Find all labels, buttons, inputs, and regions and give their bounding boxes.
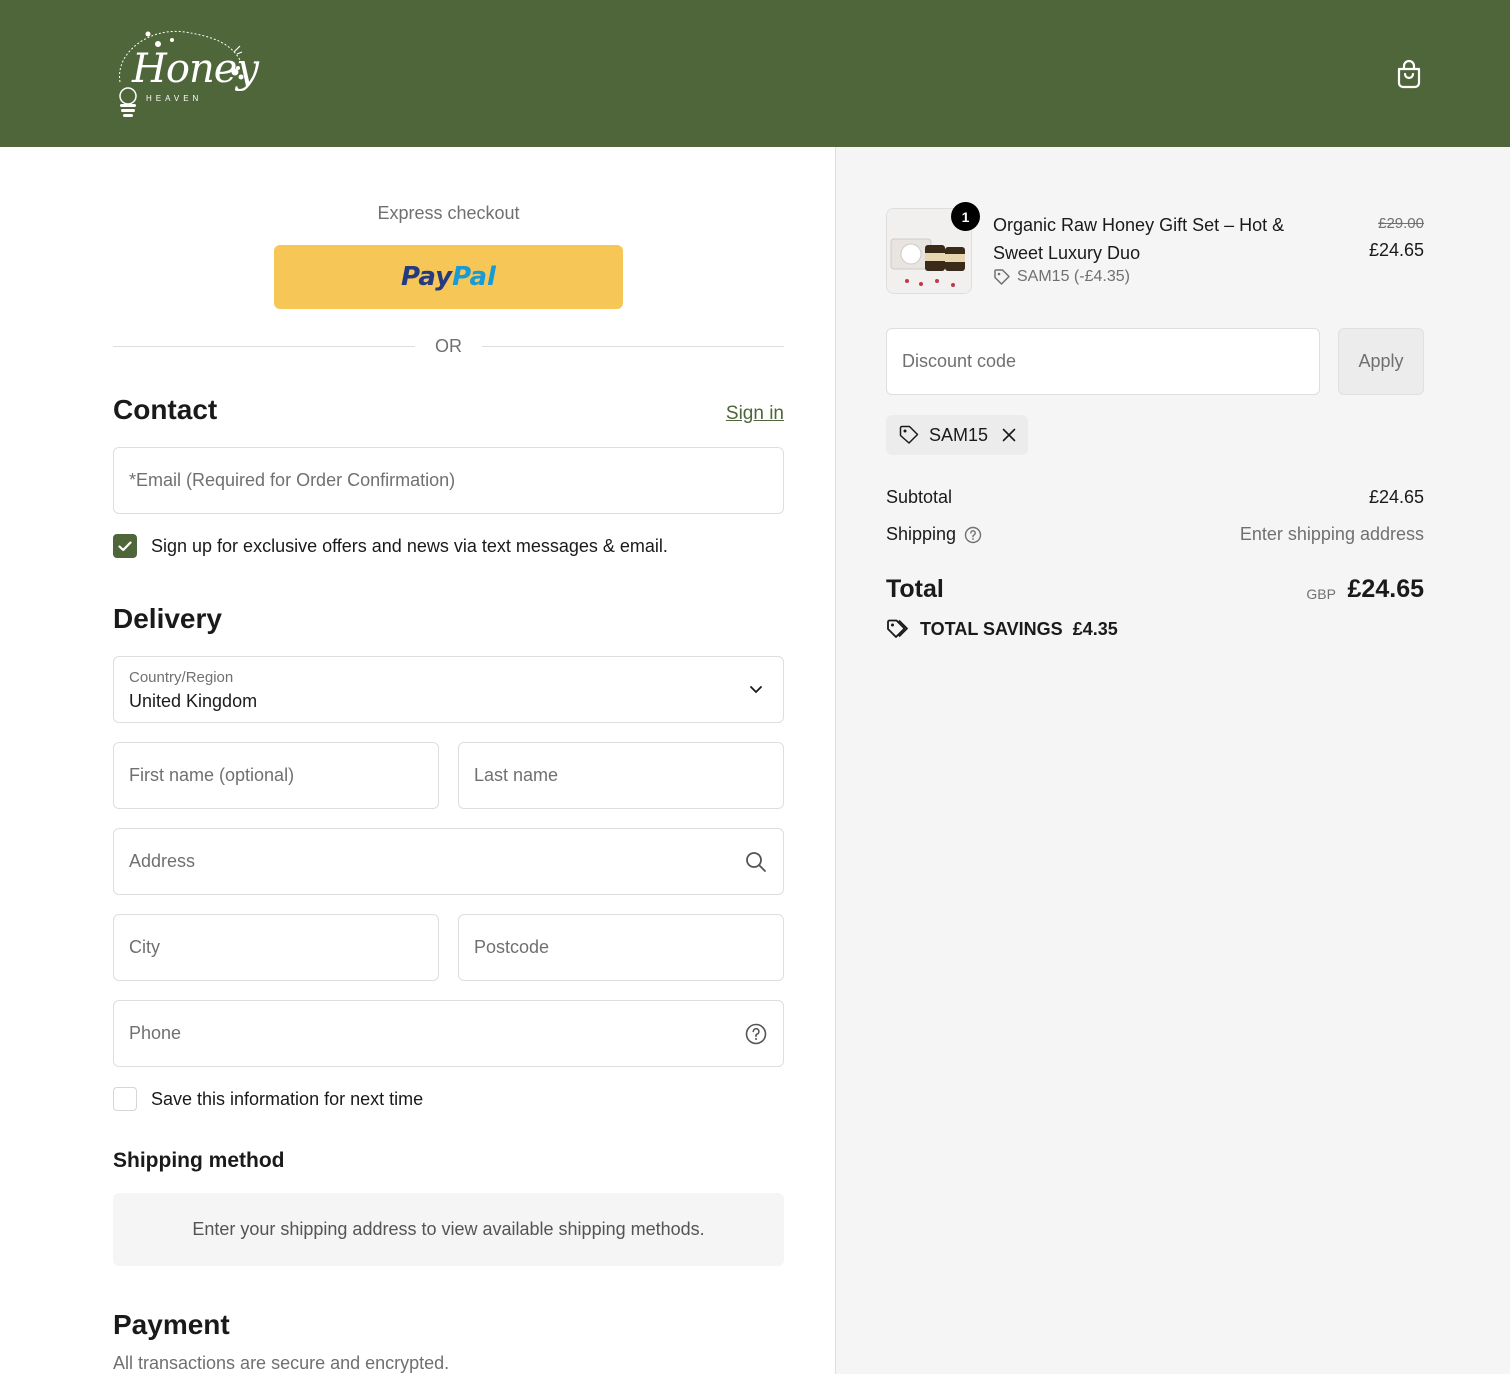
phone-field[interactable]	[113, 1000, 784, 1067]
search-icon	[746, 852, 766, 872]
paypal-button[interactable]: PayPal	[274, 245, 623, 309]
or-label: OR	[435, 336, 462, 356]
total-value: £24.65	[1347, 575, 1424, 603]
subtotal-value: £24.65	[1368, 487, 1424, 507]
express-checkout-label: Express checkout	[377, 203, 520, 223]
tag-icon	[899, 425, 919, 444]
site-header: Honey HEAVEN	[0, 0, 1510, 147]
offers-checkbox[interactable]	[113, 534, 137, 558]
applied-code-label: SAM15	[929, 424, 989, 445]
chevron-down-icon	[750, 686, 762, 694]
logo-subtext: HEAVEN	[146, 94, 203, 103]
tag-icon	[994, 269, 1010, 285]
shipping-label-group: Shipping	[886, 524, 982, 545]
country-select[interactable]: Country/Region United Kingdom	[113, 656, 784, 723]
checkmark-icon	[118, 540, 132, 551]
help-circle-icon[interactable]	[745, 1023, 767, 1045]
savings-value: £4.35	[1072, 618, 1118, 639]
last-name-input[interactable]	[474, 743, 768, 808]
logo-wordmark: Honey	[132, 46, 259, 92]
country-value: United Kingdom	[129, 691, 258, 711]
cart-button[interactable]	[1390, 55, 1428, 93]
savings-label: TOTAL SAVINGS	[920, 618, 1063, 639]
total-label: Total	[886, 575, 944, 603]
city-input[interactable]	[129, 915, 423, 980]
shipping-value: Enter shipping address	[1239, 524, 1424, 544]
last-name-field[interactable]	[458, 742, 784, 809]
product-discount: SAM15 (-£4.35)	[993, 268, 1130, 286]
save-info-checkbox[interactable]	[113, 1087, 137, 1111]
postcode-field[interactable]	[458, 914, 784, 981]
first-name-input[interactable]	[129, 743, 423, 808]
save-info-label: Save this information for next time	[151, 1088, 424, 1109]
delivery-heading: Delivery	[113, 603, 222, 634]
subtotal-label: Subtotal	[886, 487, 953, 507]
help-circle-icon[interactable]	[964, 526, 982, 544]
applied-code-chip: SAM15	[886, 415, 1029, 455]
shopping-bag-icon	[1397, 59, 1421, 89]
paypal-logo: PayPal	[401, 262, 496, 292]
column-divider	[835, 147, 836, 1374]
email-field[interactable]	[113, 447, 784, 514]
payment-heading: Payment	[113, 1309, 230, 1340]
country-label: Country/Region	[129, 669, 234, 686]
address-field[interactable]	[113, 828, 784, 895]
city-field[interactable]	[113, 914, 439, 981]
sign-in-link[interactable]: Sign in	[726, 403, 784, 425]
currency-code: GBP	[1306, 586, 1336, 602]
discount-code-input[interactable]	[902, 329, 1302, 394]
address-input[interactable]	[129, 829, 768, 894]
close-icon	[1002, 428, 1016, 442]
shipping-label: Shipping	[886, 524, 957, 544]
payment-subtitle: All transactions are secure and encrypte…	[113, 1353, 450, 1373]
quantity-badge: 1	[951, 202, 980, 231]
current-price: £24.65	[1368, 240, 1424, 260]
shipping-method-heading: Shipping method	[113, 1149, 285, 1172]
savings-tag-icon	[887, 619, 908, 638]
total-savings: TOTAL SAVINGS £4.35	[886, 618, 1118, 640]
phone-input[interactable]	[129, 1001, 768, 1066]
original-price: £29.00	[1378, 215, 1424, 232]
shipping-method-notice: Enter your shipping address to view avai…	[113, 1193, 784, 1266]
save-info-checkbox-row[interactable]: Save this information for next time	[113, 1087, 423, 1111]
honey-heaven-logo[interactable]: Honey HEAVEN	[110, 22, 259, 122]
contact-heading: Contact	[113, 394, 218, 425]
product-name: Organic Raw Honey Gift Set – Hot & Sweet…	[993, 215, 1285, 263]
offers-checkbox-row[interactable]: Sign up for exclusive offers and news vi…	[113, 534, 668, 558]
first-name-field[interactable]	[113, 742, 439, 809]
remove-code-button[interactable]	[1002, 428, 1016, 442]
or-separator: OR	[113, 335, 784, 359]
email-input[interactable]	[129, 448, 768, 513]
postcode-input[interactable]	[474, 915, 768, 980]
discount-code-field[interactable]	[886, 328, 1320, 395]
apply-button[interactable]: Apply	[1338, 328, 1424, 395]
offers-label: Sign up for exclusive offers and news vi…	[151, 535, 668, 556]
